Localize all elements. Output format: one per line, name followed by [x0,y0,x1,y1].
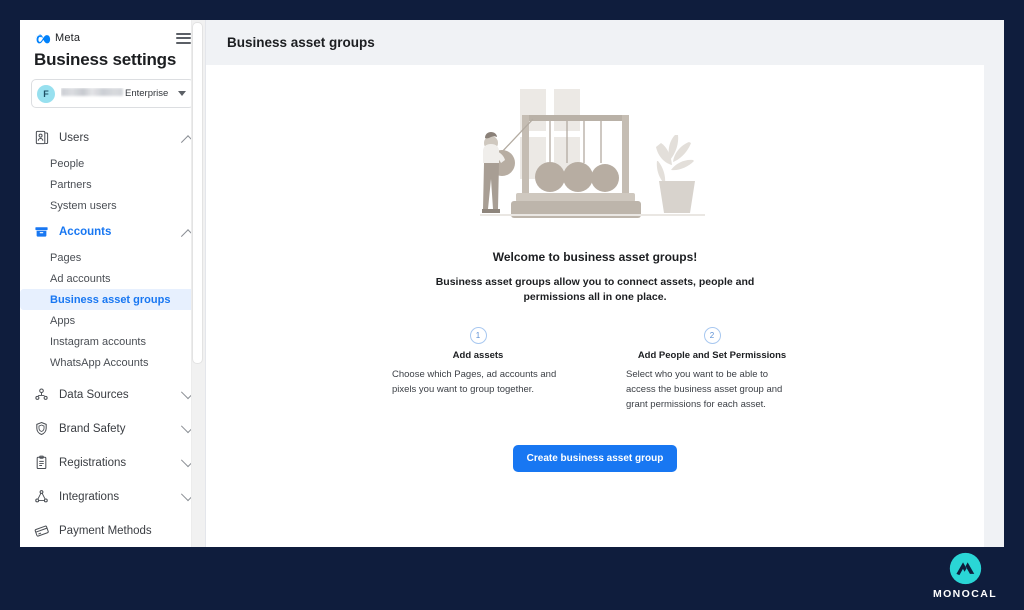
shield-icon [33,420,50,437]
steps-list: 1 Add assets Choose which Pages, ad acco… [392,327,798,412]
monocal-watermark: MONOCAL [928,552,1002,600]
empty-state-card: Welcome to business asset groups! Busine… [206,65,984,547]
sidebar-group-payment-methods[interactable]: Payment Methods [20,515,205,546]
step-item: 2 Add People and Set Permissions Select … [626,327,798,412]
sidebar-group-label: Brand Safety [59,422,126,435]
panel-title: Business settings [34,50,177,69]
sidebar-item-pages[interactable]: Pages [20,247,199,268]
main-content: Business asset groups Welcome to busines… [205,20,1004,547]
newtons-cradle-illustration [478,81,713,236]
sidebar-group-label: Integrations [59,490,120,503]
accounts-box-icon [33,223,50,240]
sidebar-group-label: Registrations [59,456,127,469]
sidebar-group-label: Payment Methods [59,524,152,537]
page-title: Business asset groups [227,35,375,50]
sidebar-group-brand-safety[interactable]: Brand Safety [20,413,205,444]
sidebar-item-whatsapp-accounts[interactable]: WhatsApp Accounts [20,352,199,373]
sidebar-group-label: Users [59,131,90,144]
sidebar-scrollbar-thumb[interactable] [192,22,203,364]
sidebar-item-ad-accounts[interactable]: Ad accounts [20,268,199,289]
cta-container: Create business asset group [512,444,678,472]
step-number-badge: 2 [703,327,721,345]
step-item: 1 Add assets Choose which Pages, ad acco… [392,327,564,412]
sidebar-item-partners[interactable]: Partners [20,174,199,195]
sidebar-group-registrations[interactable]: Registrations [20,447,205,478]
step-header: 2 Add People and Set Permissions [626,327,798,361]
sidebar-group-label: Data Sources [59,388,129,401]
sidebar-item-people[interactable]: People [20,153,199,174]
sidebar-item-apps[interactable]: Apps [20,310,199,331]
chevron-down-icon [178,91,186,96]
monocal-mountain-logo-icon [949,552,981,585]
business-settings-window: Meta Business settings F Enterprise User… [20,20,1004,547]
redacted-account-name [61,88,123,96]
clipboard-icon [33,454,50,471]
step-number-badge: 1 [469,327,487,345]
sidebar-group-integrations[interactable]: Integrations [20,481,205,512]
sidebar-item-system-users[interactable]: System users [20,195,199,216]
account-name-suffix: Enterprise [125,88,169,99]
meta-logo-icon [35,34,51,43]
account-selector[interactable]: F Enterprise [31,79,194,108]
sidebar-item-instagram-accounts[interactable]: Instagram accounts [20,331,199,352]
sidebar-brand-row: Meta [20,20,205,46]
sidebar-group-data-sources[interactable]: Data Sources [20,379,205,410]
step-title: Add assets [452,350,504,362]
step-description: Choose which Pages, ad accounts and pixe… [392,369,557,396]
meta-logo-word: Meta [55,32,81,44]
step-title: Add People and Set Permissions [637,350,787,362]
sidebar: Meta Business settings F Enterprise User… [20,20,205,547]
account-name: Enterprise [61,88,172,99]
step-description: Select who you want to be able to access… [626,369,783,410]
data-sources-icon [33,386,50,403]
step-header: 1 Add assets [392,327,564,361]
payment-card-icon [33,522,50,539]
sidebar-group-accounts[interactable]: Accounts [20,216,205,247]
users-card-icon [33,129,50,146]
avatar: F [37,84,55,103]
meta-logo: Meta [34,32,80,44]
sidebar-scrollbar[interactable] [191,20,205,547]
page-header: Business asset groups [206,20,1004,65]
hamburger-menu-icon[interactable] [176,32,191,44]
sidebar-item-business-asset-groups[interactable]: Business asset groups [20,289,199,310]
welcome-title: Welcome to business asset groups! [492,250,698,264]
monocal-watermark-text: MONOCAL [932,588,998,600]
sidebar-group-users[interactable]: Users [20,122,205,153]
welcome-subtitle: Business asset groups allow you to conne… [435,276,755,304]
create-business-asset-group-button[interactable]: Create business asset group [512,444,678,472]
sidebar-nav: Users People Partners System users Accou… [20,122,205,547]
integrations-node-icon [33,488,50,505]
sidebar-group-label: Accounts [59,225,112,238]
